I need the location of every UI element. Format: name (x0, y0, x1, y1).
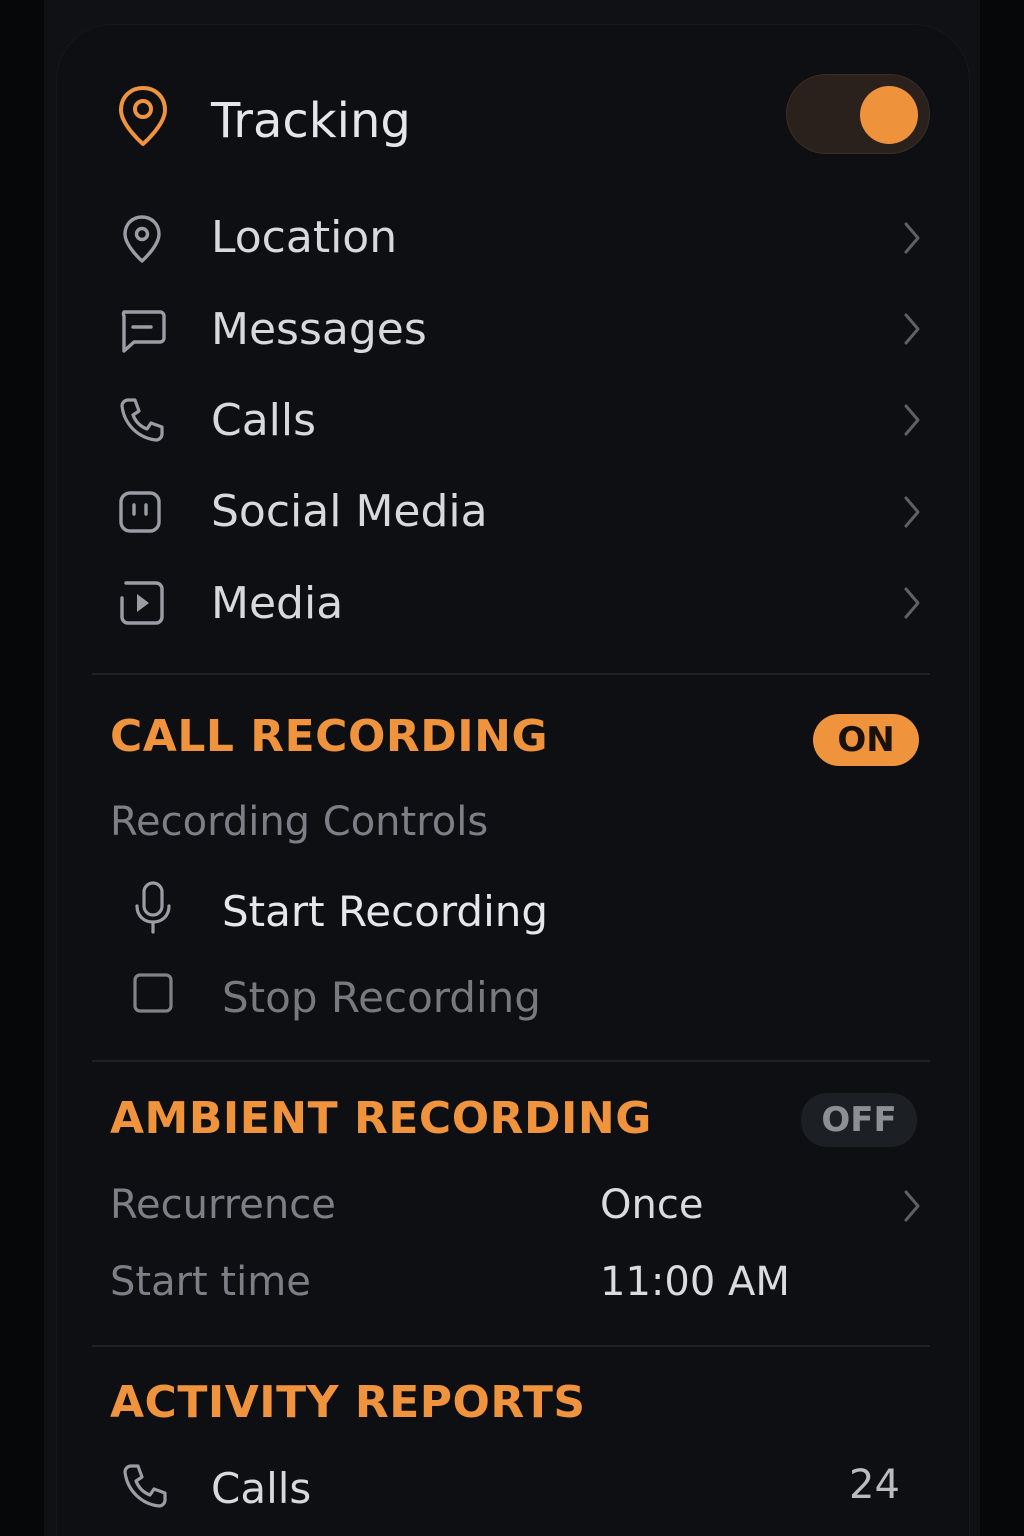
stop-recording-label: Stop Recording (222, 973, 541, 1022)
chevron-right-icon (904, 404, 920, 436)
divider (92, 1345, 930, 1347)
chevron-right-icon (904, 222, 920, 254)
recording-controls-label: Recording Controls (110, 799, 489, 845)
media-play-icon (120, 581, 164, 625)
start-time-label: Start time (110, 1259, 311, 1305)
activity-calls-label: Calls (211, 1464, 312, 1513)
settings-card (56, 24, 970, 1536)
stop-square-icon (133, 973, 173, 1013)
ambient-recording-status-toggle[interactable]: OFF (801, 1093, 917, 1147)
chevron-right-icon (904, 496, 920, 528)
start-recording-label: Start Recording (222, 887, 549, 936)
message-icon (121, 310, 166, 353)
phone-icon (120, 398, 164, 442)
recurrence-label: Recurrence (110, 1182, 336, 1228)
toggle-knob (860, 86, 918, 144)
app-frame: Tracking Location Messages Calls Social … (0, 0, 1024, 1536)
menu-item-label: Calls (211, 395, 317, 446)
social-media-icon (119, 491, 161, 533)
chevron-right-icon (904, 1190, 920, 1222)
ambient-recording-title: AMBIENT RECORDING (110, 1093, 652, 1144)
divider (92, 1060, 930, 1062)
microphone-icon (135, 881, 171, 934)
activity-calls-count: 24 (849, 1462, 900, 1508)
chevron-right-icon (904, 313, 920, 345)
phone-icon (123, 1464, 167, 1508)
location-pin-icon (123, 215, 161, 263)
divider (92, 673, 930, 675)
menu-item-label: Media (211, 578, 344, 629)
location-pin-icon (119, 86, 167, 146)
recurrence-value: Once (600, 1182, 704, 1228)
start-time-value: 11:00 AM (600, 1259, 790, 1305)
call-recording-status-toggle[interactable]: ON (813, 714, 919, 766)
menu-item-label: Social Media (211, 486, 488, 537)
chevron-right-icon (904, 587, 920, 619)
menu-item-label: Location (211, 212, 398, 263)
tracking-title: Tracking (211, 93, 411, 149)
activity-reports-title: ACTIVITY REPORTS (110, 1377, 586, 1428)
menu-item-label: Messages (211, 304, 427, 355)
call-recording-title: CALL RECORDING (110, 711, 549, 762)
